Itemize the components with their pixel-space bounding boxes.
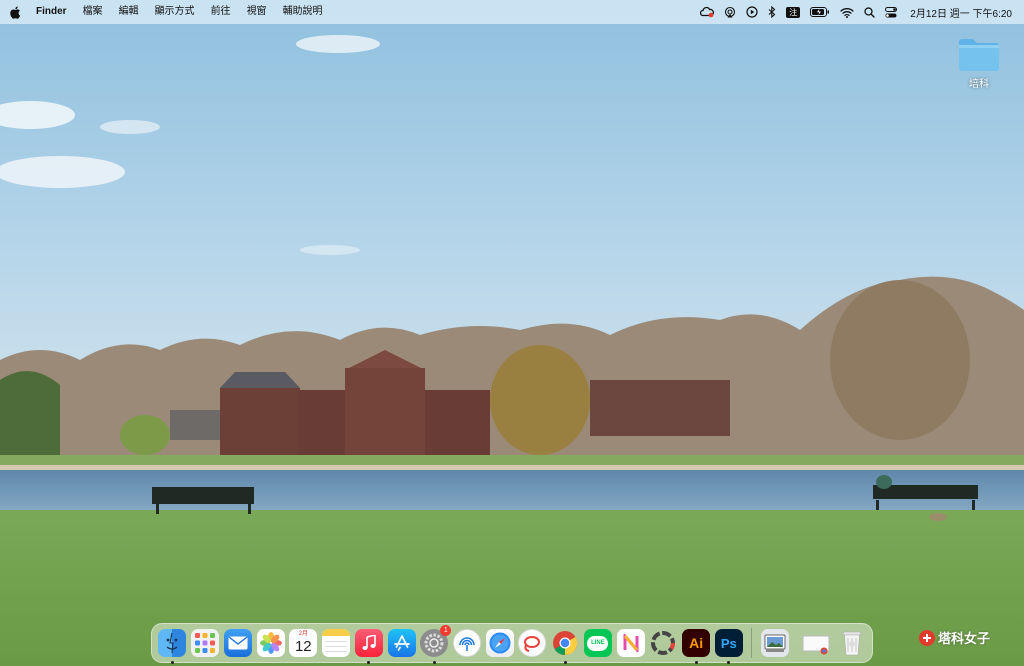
- dock-illustrator[interactable]: Ai: [681, 628, 711, 664]
- notes-icon: [322, 629, 351, 657]
- calendar-icon: 2月 12: [289, 629, 318, 657]
- downloads-stack-icon: [802, 629, 830, 657]
- apple-menu-icon[interactable]: [8, 0, 22, 24]
- watermark-logo-icon: [919, 629, 935, 646]
- calendar-day: 12: [294, 638, 312, 655]
- menu-edit[interactable]: 編輯: [111, 0, 147, 24]
- illustrator-label: Ai: [689, 635, 704, 651]
- running-indicator: [727, 660, 731, 664]
- menu-view[interactable]: 顯示方式: [147, 0, 203, 24]
- dock-app-store[interactable]: [386, 628, 416, 659]
- running-indicator: [367, 660, 371, 664]
- desktop-folder-label: 培科: [969, 79, 989, 90]
- menu-bar: Finder 檔案 編輯 顯示方式 前往 視窗 輔助說明 注 2月12日 週一 …: [0, 0, 1024, 24]
- menu-app-name[interactable]: Finder: [28, 0, 75, 24]
- running-indicator: [170, 660, 174, 664]
- preview-icon: [760, 629, 789, 657]
- control-center-icon[interactable]: [880, 0, 902, 24]
- menu-window[interactable]: 視窗: [239, 0, 275, 24]
- dock-system-settings[interactable]: 1: [419, 624, 452, 664]
- lasso-icon: [518, 629, 547, 657]
- dock: 2月 12 1 LINE Ai Ps: [151, 623, 873, 664]
- dock-photoshop[interactable]: Ps: [714, 628, 744, 664]
- input-method-icon[interactable]: 注: [781, 0, 805, 24]
- folder-icon: [959, 39, 999, 71]
- notification-badge: 1: [440, 624, 452, 636]
- dock-music[interactable]: [354, 628, 384, 664]
- calendar-month: 2月: [298, 631, 308, 637]
- dock-airdrop[interactable]: [452, 628, 482, 659]
- line-label: LINE: [591, 640, 605, 646]
- dock-photos[interactable]: [255, 628, 285, 659]
- dock-n-app[interactable]: [616, 628, 646, 659]
- mail-icon: [223, 629, 252, 657]
- photos-icon: [256, 629, 285, 657]
- play-icon[interactable]: [741, 0, 763, 24]
- dock-mail[interactable]: [223, 628, 253, 659]
- launchpad-icon: [191, 629, 220, 657]
- input-method-label: 注: [786, 6, 801, 18]
- airdrop-icon: [452, 629, 481, 657]
- finder-icon: [158, 629, 187, 657]
- airplay-audio-icon[interactable]: [719, 0, 741, 24]
- running-indicator: [432, 660, 436, 664]
- dock-notes[interactable]: [321, 628, 351, 659]
- creative-cloud-status-icon[interactable]: [695, 0, 719, 24]
- line-icon: LINE: [583, 629, 612, 657]
- illustrator-icon: Ai: [682, 629, 711, 657]
- menu-help[interactable]: 輔助說明: [275, 0, 331, 24]
- watermark-text: 塔科女子: [938, 631, 991, 646]
- dock-trash[interactable]: [836, 628, 866, 659]
- running-indicator: [694, 660, 698, 664]
- trash-icon: [838, 629, 866, 657]
- dock-downloads-stack[interactable]: [801, 628, 831, 659]
- wifi-icon[interactable]: [835, 0, 859, 24]
- n-letter-icon: [616, 629, 645, 657]
- desktop-wallpaper: [0, 0, 1024, 666]
- spotlight-search-icon[interactable]: [859, 0, 880, 24]
- dock-separator: [751, 628, 753, 658]
- dock-calendar[interactable]: 2月 12: [288, 628, 318, 659]
- chrome-icon: [551, 629, 579, 657]
- desktop-folder[interactable]: 培科: [952, 36, 1006, 90]
- dock-launchpad[interactable]: [190, 628, 220, 659]
- battery-icon[interactable]: [805, 0, 835, 24]
- ring-icon: [649, 629, 677, 657]
- dock-lasso-app[interactable]: [517, 628, 547, 659]
- bluetooth-icon[interactable]: [763, 0, 781, 24]
- dock-finder[interactable]: [157, 628, 187, 664]
- safari-compass-icon: [485, 629, 514, 657]
- menubar-clock[interactable]: 2月12日 週一 下午6:20: [902, 5, 1016, 20]
- dock-preview[interactable]: [759, 628, 789, 659]
- menu-go[interactable]: 前往: [203, 0, 239, 24]
- menu-file[interactable]: 檔案: [75, 0, 111, 24]
- running-indicator: [563, 660, 567, 664]
- music-icon: [354, 629, 383, 657]
- watermark: 塔科女子: [918, 628, 990, 647]
- photoshop-label: Ps: [720, 635, 737, 651]
- dock-line[interactable]: LINE: [583, 628, 613, 659]
- dock-safari[interactable]: [485, 628, 515, 659]
- photoshop-icon: Ps: [714, 629, 743, 657]
- dock-ring-app[interactable]: [648, 628, 678, 659]
- app-store-icon: [387, 629, 416, 657]
- dock-chrome[interactable]: [550, 628, 580, 664]
